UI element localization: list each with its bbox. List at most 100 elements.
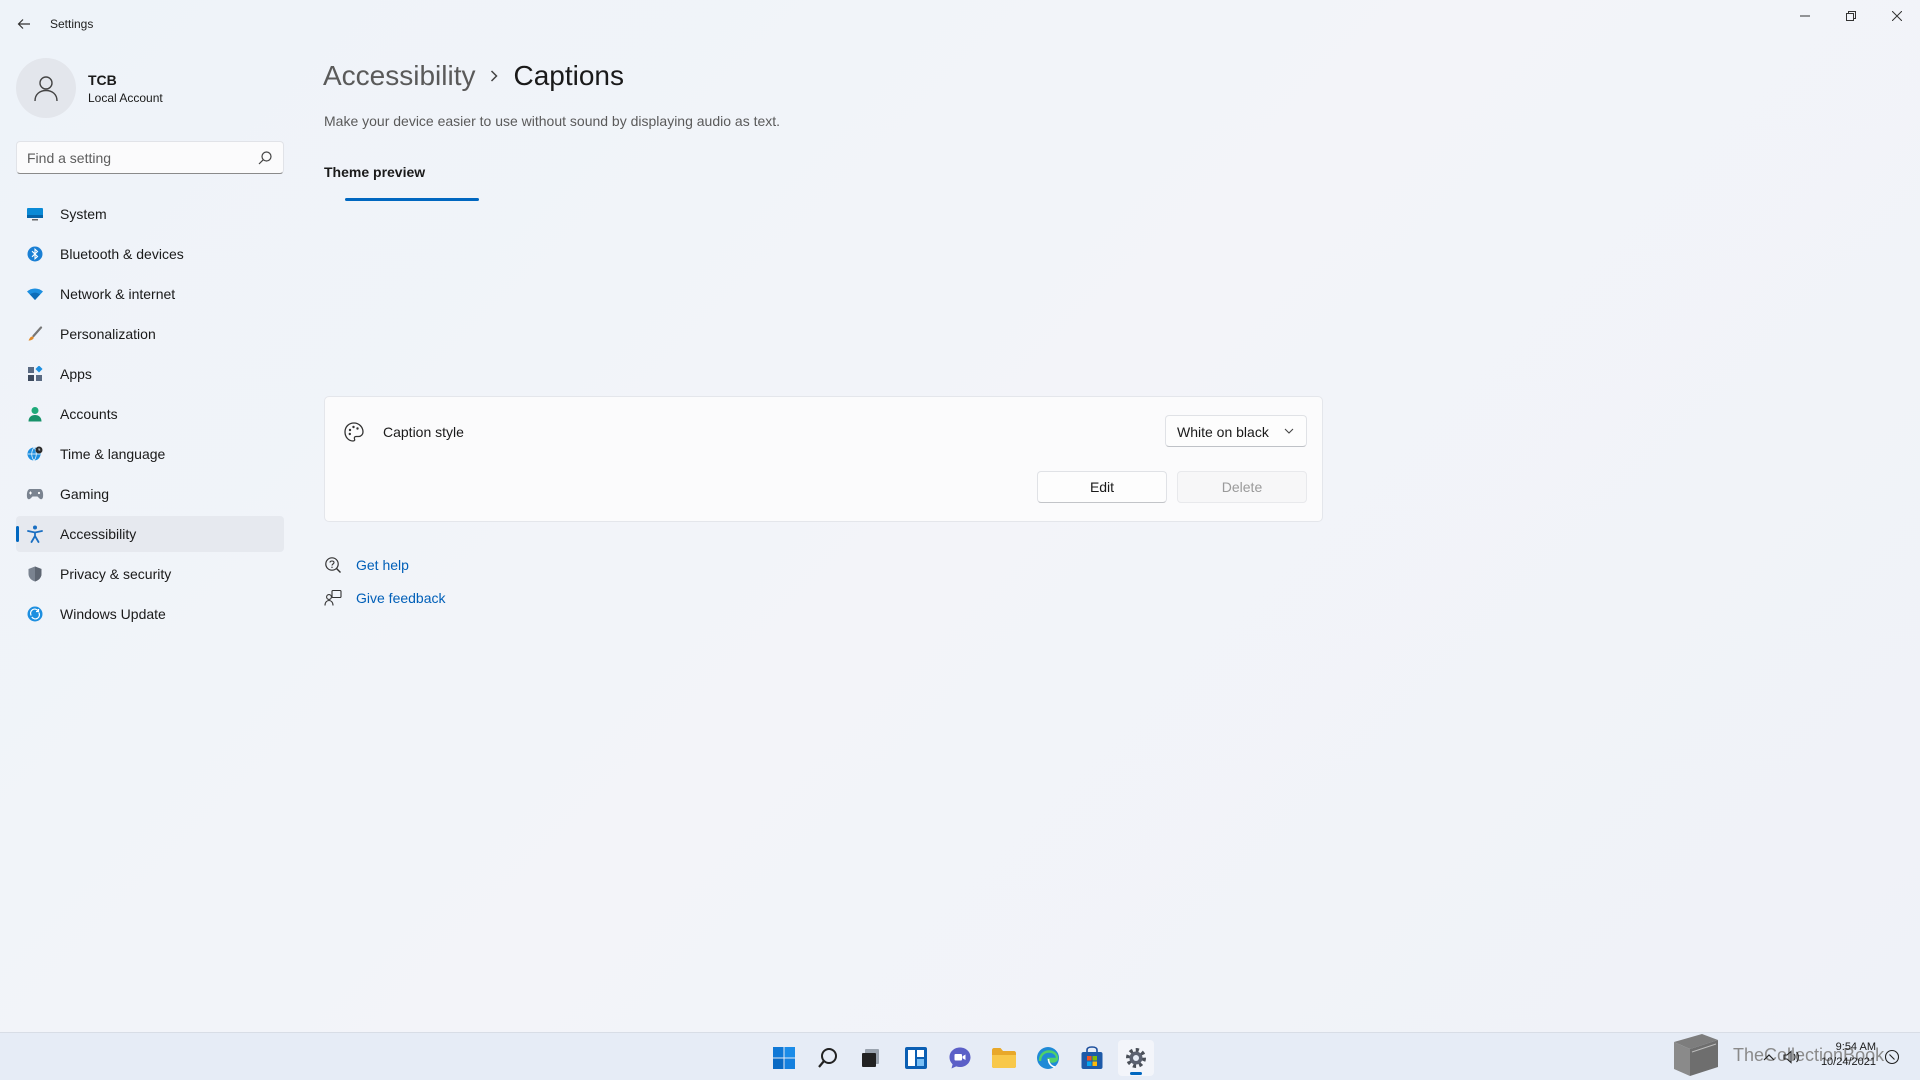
sidebar-item-label: Accounts xyxy=(60,406,118,422)
chevron-right-icon xyxy=(489,69,499,83)
close-button[interactable] xyxy=(1874,0,1920,32)
notifications-button[interactable] xyxy=(1884,1047,1900,1067)
widgets-icon xyxy=(905,1047,927,1069)
breadcrumb-parent[interactable]: Accessibility xyxy=(323,60,475,92)
theme-preview-underline xyxy=(345,198,479,201)
store-icon xyxy=(1081,1046,1103,1069)
sidebar-item-label: Apps xyxy=(60,366,92,382)
restore-icon xyxy=(1846,11,1856,21)
palette-icon xyxy=(344,422,364,442)
chat-icon xyxy=(949,1047,971,1069)
breadcrumb: Accessibility Captions xyxy=(323,56,624,96)
sidebar-item-system[interactable]: System xyxy=(16,196,284,232)
settings-window: Settings TCB Local Account System Blueto… xyxy=(0,0,1920,1032)
sidebar-item-bluetooth[interactable]: Bluetooth & devices xyxy=(16,236,284,272)
task-view-icon xyxy=(862,1049,879,1067)
taskbar-task-view-button[interactable] xyxy=(853,1040,889,1076)
accessibility-icon xyxy=(26,525,44,543)
avatar xyxy=(16,58,76,118)
wifi-icon xyxy=(26,285,44,303)
taskbar xyxy=(0,1032,1920,1080)
title-bar: Settings xyxy=(0,0,1920,48)
person-icon xyxy=(26,405,44,423)
restore-button[interactable] xyxy=(1828,0,1874,32)
notification-icon xyxy=(1884,1049,1900,1065)
globe-clock-icon xyxy=(26,445,44,463)
page-title: Captions xyxy=(513,60,624,91)
sidebar-item-network[interactable]: Network & internet xyxy=(16,276,284,312)
user-profile[interactable]: TCB Local Account xyxy=(16,58,276,118)
gamepad-icon xyxy=(26,485,44,503)
book-icon xyxy=(1674,1034,1718,1076)
volume-button[interactable] xyxy=(1783,1047,1801,1067)
taskbar-widgets-button[interactable] xyxy=(898,1040,934,1076)
theme-preview-title: Theme preview xyxy=(324,164,426,180)
caption-style-label: Caption style xyxy=(383,424,464,440)
close-icon xyxy=(1892,11,1902,21)
active-indicator xyxy=(16,526,19,542)
shield-icon xyxy=(26,565,44,583)
user-avatar-icon xyxy=(34,76,58,102)
feedback-icon xyxy=(324,589,342,607)
back-button[interactable] xyxy=(12,12,36,36)
taskbar-file-explorer-button[interactable] xyxy=(986,1040,1022,1076)
sidebar-item-accounts[interactable]: Accounts xyxy=(16,396,284,432)
give-feedback-label: Give feedback xyxy=(356,590,446,606)
clock-date: 10/24/2021 xyxy=(1820,1056,1876,1068)
taskbar-chat-button[interactable] xyxy=(942,1040,978,1076)
apps-icon xyxy=(26,365,44,383)
back-arrow-icon xyxy=(17,19,30,29)
sidebar-item-accessibility[interactable]: Accessibility xyxy=(16,516,284,552)
search-input[interactable] xyxy=(27,148,247,168)
edit-button[interactable]: Edit xyxy=(1037,471,1167,503)
help-icon xyxy=(324,556,342,574)
account-type: Local Account xyxy=(88,91,163,105)
search-icon xyxy=(818,1048,837,1068)
sidebar-item-apps[interactable]: Apps xyxy=(16,356,284,392)
sidebar-item-label: Gaming xyxy=(60,486,110,502)
taskbar-store-button[interactable] xyxy=(1074,1040,1110,1076)
caption-style-dropdown[interactable]: White on black xyxy=(1165,415,1307,447)
give-feedback-link[interactable]: Give feedback xyxy=(324,588,446,608)
settings-icon xyxy=(1126,1048,1146,1068)
monitor-icon xyxy=(26,205,44,223)
sidebar-item-label: Network & internet xyxy=(60,286,176,302)
sidebar-item-privacy[interactable]: Privacy & security xyxy=(16,556,284,592)
caption-style-card: Caption style White on black Edit Delete xyxy=(324,396,1323,522)
edge-icon xyxy=(1037,1047,1059,1069)
minimize-icon xyxy=(1800,15,1810,17)
chevron-down-icon xyxy=(1284,428,1294,434)
sidebar-item-label: System xyxy=(60,206,107,222)
file-explorer-icon xyxy=(992,1048,1016,1068)
update-icon xyxy=(26,605,44,623)
sidebar-item-label: Personalization xyxy=(60,326,156,342)
search-icon[interactable] xyxy=(257,150,273,166)
sidebar-item-time-language[interactable]: Time & language xyxy=(16,436,284,472)
sidebar-item-label: Time & language xyxy=(60,446,166,462)
sidebar-item-personalization[interactable]: Personalization xyxy=(16,316,284,352)
taskbar-start-button[interactable] xyxy=(766,1040,802,1076)
bluetooth-icon xyxy=(26,245,44,263)
speaker-icon xyxy=(1783,1050,1799,1064)
brush-icon xyxy=(26,325,44,343)
start-icon xyxy=(773,1047,795,1069)
sidebar-item-label: Privacy & security xyxy=(60,566,172,582)
app-title: Settings xyxy=(50,17,94,31)
taskbar-search-button[interactable] xyxy=(810,1040,846,1076)
delete-button[interactable]: Delete xyxy=(1177,471,1307,503)
taskbar-settings-button[interactable] xyxy=(1118,1040,1154,1076)
sidebar-item-windows-update[interactable]: Windows Update xyxy=(16,596,284,632)
get-help-link[interactable]: Get help xyxy=(324,555,409,575)
sidebar-item-gaming[interactable]: Gaming xyxy=(16,476,284,512)
taskbar-edge-button[interactable] xyxy=(1030,1040,1066,1076)
show-hidden-icons-button[interactable] xyxy=(1763,1047,1775,1067)
caption-style-selected: White on black xyxy=(1177,424,1269,440)
search-box xyxy=(16,141,284,174)
minimize-button[interactable] xyxy=(1782,0,1828,32)
page-description: Make your device easier to use without s… xyxy=(324,113,781,129)
sidebar-item-label: Accessibility xyxy=(60,526,137,542)
chevron-up-icon xyxy=(1763,1054,1775,1061)
taskbar-clock[interactable]: 9:54 AM 10/24/2021 xyxy=(1812,1040,1876,1070)
get-help-label: Get help xyxy=(356,557,409,573)
clock-time: 9:54 AM xyxy=(1835,1041,1876,1053)
